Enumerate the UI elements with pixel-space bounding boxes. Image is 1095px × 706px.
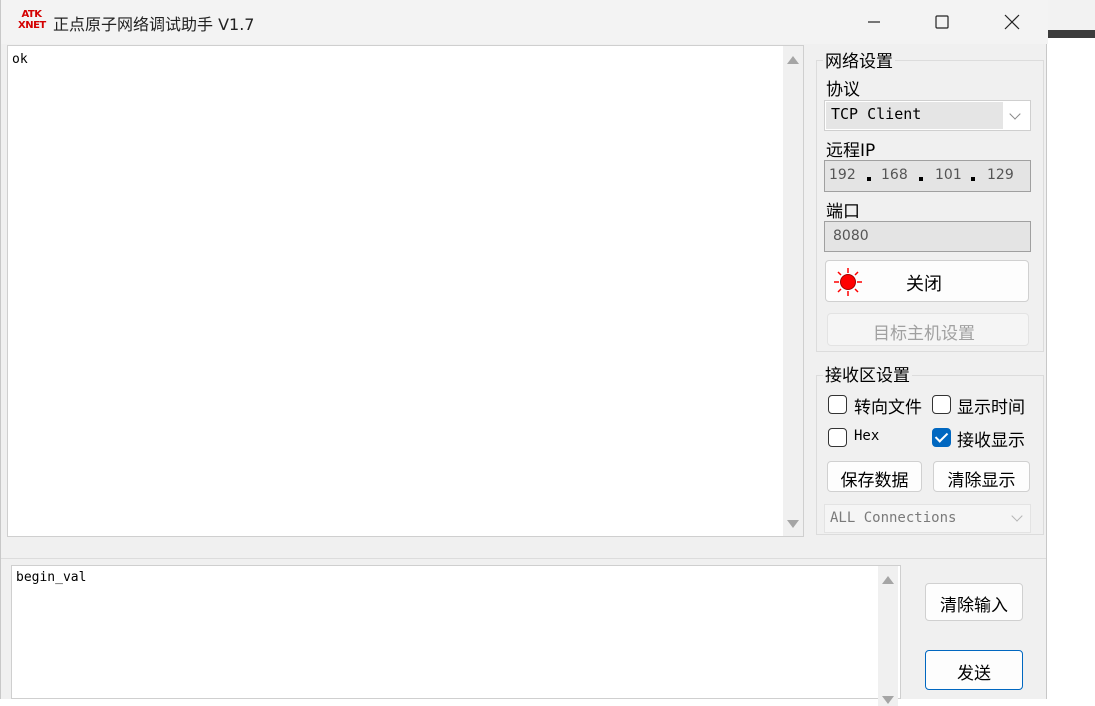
- remote-ip-label: 远程IP: [826, 141, 876, 161]
- minimize-icon: [868, 21, 880, 23]
- target-host-settings-button[interactable]: 目标主机设置: [827, 313, 1029, 346]
- ip-octet-1: 192: [829, 167, 856, 183]
- chevron-down-icon: [1009, 108, 1021, 120]
- save-data-button[interactable]: 保存数据: [827, 461, 922, 492]
- receive-settings-title: 接收区设置: [823, 361, 912, 386]
- clear-display-button[interactable]: 清除显示: [933, 461, 1030, 492]
- clear-input-label: 清除输入: [940, 596, 1008, 616]
- chevron-down-icon: [1011, 510, 1023, 522]
- clear-input-button[interactable]: 清除输入: [925, 583, 1023, 621]
- minimize-button[interactable]: [843, 0, 905, 44]
- show-receive-label: 接收显示: [957, 431, 1025, 451]
- ip-octet-2: 168: [881, 167, 908, 183]
- connections-select[interactable]: ALL Connections: [824, 504, 1031, 533]
- show-time-label: 显示时间: [957, 398, 1025, 418]
- send-label: 发送: [957, 664, 991, 684]
- port-value: 8080: [833, 228, 869, 244]
- send-scrollbar[interactable]: [878, 566, 898, 706]
- receive-scrollbar[interactable]: [783, 46, 803, 536]
- hex-checkbox[interactable]: [828, 428, 847, 447]
- receive-textarea[interactable]: ok: [7, 45, 804, 537]
- clear-display-label: 清除显示: [947, 471, 1016, 491]
- close-connection-label: 关闭: [906, 274, 942, 295]
- scroll-up-icon[interactable]: [787, 56, 799, 64]
- scroll-up-icon[interactable]: [882, 576, 894, 584]
- redirect-to-file-label: 转向文件: [854, 398, 922, 418]
- scroll-down-icon[interactable]: [787, 520, 799, 528]
- title-bar[interactable]: ATK XNET 正点原子网络调试助手 V1.7: [1, 0, 1048, 44]
- protocol-label: 协议: [826, 80, 860, 100]
- background-window-edge: [1047, 0, 1095, 38]
- close-icon: [1004, 14, 1020, 30]
- show-receive-checkbox[interactable]: [932, 428, 951, 447]
- red-led-icon: [834, 268, 862, 296]
- send-button[interactable]: 发送: [925, 650, 1023, 690]
- app-window: ATK XNET 正点原子网络调试助手 V1.7 ok 网络设置 协议 TCP …: [0, 0, 1048, 706]
- port-label: 端口: [826, 202, 860, 222]
- target-host-settings-label: 目标主机设置: [873, 324, 975, 344]
- protocol-value: TCP Client: [831, 105, 922, 123]
- maximize-icon: [935, 15, 949, 29]
- protocol-select[interactable]: TCP Client: [824, 100, 1031, 131]
- ip-octet-3: 101: [935, 167, 962, 183]
- send-text: begin_val: [16, 570, 87, 585]
- remote-ip-field[interactable]: 192 168 101 129: [824, 160, 1031, 192]
- port-field[interactable]: 8080: [824, 221, 1031, 252]
- send-textarea[interactable]: begin_val: [11, 565, 901, 706]
- close-connection-button[interactable]: 关闭: [825, 260, 1029, 302]
- receive-text: ok: [12, 52, 28, 67]
- redirect-to-file-checkbox[interactable]: [828, 395, 847, 414]
- close-window-button[interactable]: [981, 0, 1043, 44]
- ip-octet-4: 129: [987, 167, 1014, 183]
- app-logo-icon: ATK XNET: [18, 9, 46, 31]
- maximize-button[interactable]: [911, 0, 973, 44]
- hex-label: Hex: [854, 428, 880, 444]
- network-settings-title: 网络设置: [823, 47, 895, 72]
- scroll-down-icon[interactable]: [882, 696, 894, 704]
- show-time-checkbox[interactable]: [932, 395, 951, 414]
- save-data-label: 保存数据: [840, 471, 909, 491]
- window-title: 正点原子网络调试助手 V1.7: [53, 15, 255, 34]
- connections-value: ALL Connections: [830, 510, 957, 526]
